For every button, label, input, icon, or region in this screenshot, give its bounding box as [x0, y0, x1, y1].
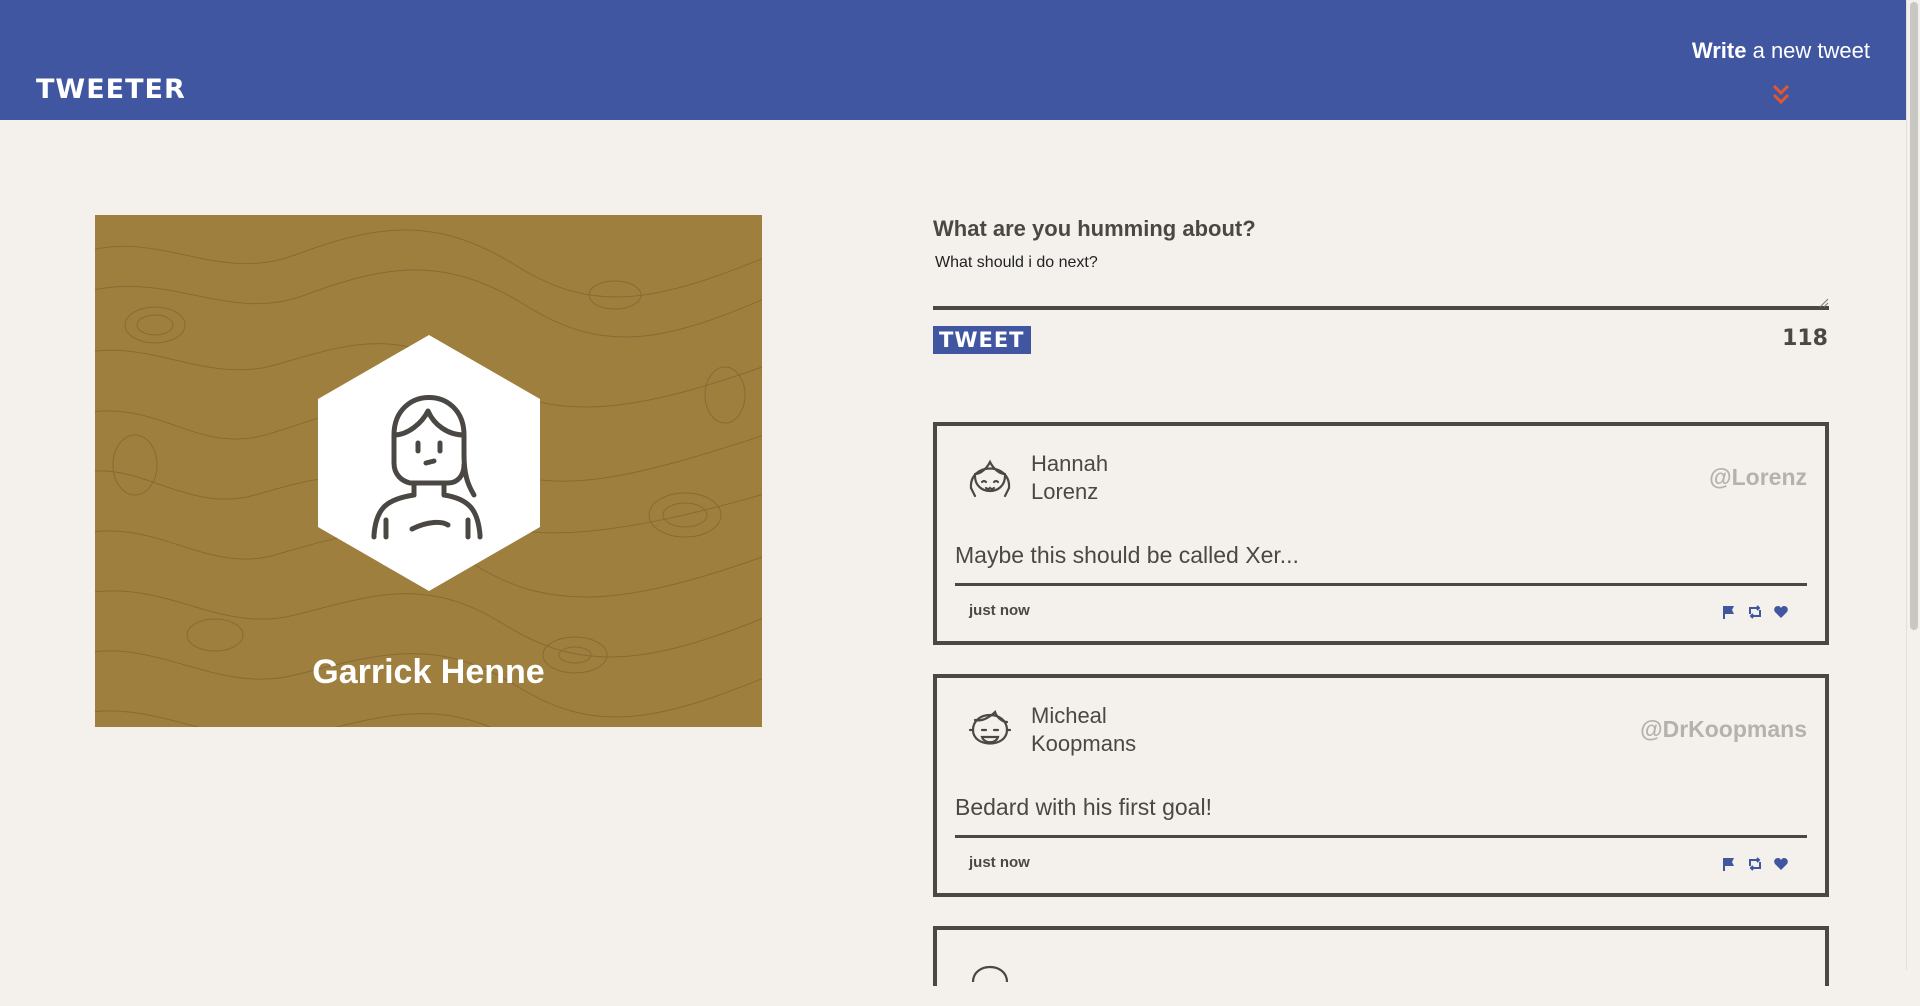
- profile-name: Garrick Henne: [312, 653, 545, 691]
- flag-icon[interactable]: [1721, 856, 1737, 872]
- tweet-author-handle[interactable]: @DrKoopmans: [1640, 716, 1807, 743]
- chevron-down-icon[interactable]: [1768, 82, 1794, 108]
- author-first-name: Micheal: [1031, 703, 1107, 728]
- page-scrollbar[interactable]: [1906, 0, 1920, 970]
- write-new-tweet-link[interactable]: Write a new tweet: [1692, 38, 1870, 64]
- tweet-actions: [1721, 856, 1789, 872]
- heart-icon[interactable]: [1773, 856, 1789, 872]
- tweet-divider: [955, 835, 1807, 838]
- tweet-author-handle[interactable]: @Lorenz: [1709, 464, 1807, 491]
- tweet-card: Micheal Koopmans @DrKoopmans Bedard with…: [933, 674, 1829, 897]
- write-link-bold: Write: [1691, 38, 1747, 63]
- tweet-divider: [955, 583, 1807, 586]
- author-first-name: Hannah: [1031, 451, 1109, 476]
- composer-label: What are you humming about?: [933, 216, 1256, 241]
- profile-card: Garrick Henne: [95, 215, 762, 727]
- top-navigation-bar: TWEETER Write a new tweet: [0, 0, 1906, 120]
- author-last-name: Lorenz: [1031, 479, 1099, 504]
- textarea-resize-grip-icon[interactable]: [1819, 298, 1829, 308]
- tweet-card: [933, 926, 1829, 986]
- scrollbar-thumb[interactable]: [1910, 2, 1918, 630]
- character-counter: 118: [1782, 326, 1828, 351]
- write-link-text: a new tweet: [1746, 38, 1870, 63]
- retweet-icon[interactable]: [1747, 856, 1763, 872]
- tweet-content: Maybe this should be called Xer...: [955, 542, 1299, 568]
- tweet-card: Hannah Lorenz @Lorenz Maybe this should …: [933, 422, 1829, 645]
- tweet-author-name: Micheal Koopmans: [1031, 702, 1136, 758]
- tweet-timestamp: just now: [969, 854, 1030, 871]
- tweet-actions: [1721, 604, 1789, 620]
- heart-icon[interactable]: [1773, 604, 1789, 620]
- girl-avatar-icon: [969, 459, 1011, 498]
- author-last-name: Koopmans: [1031, 731, 1137, 756]
- avatar-icon: [971, 966, 1009, 983]
- flag-icon[interactable]: [1721, 604, 1737, 620]
- tweet-content: Bedard with his first goal!: [955, 794, 1212, 820]
- app-logo[interactable]: TWEETER: [36, 74, 186, 105]
- tweet-input[interactable]: What should i do next?: [933, 252, 1829, 310]
- retweet-icon[interactable]: [1747, 604, 1763, 620]
- tweet-submit-button[interactable]: TWEET: [933, 326, 1031, 354]
- woman-avatar-icon: [318, 335, 540, 591]
- tweet-timestamp: just now: [969, 602, 1030, 619]
- boy-avatar-icon: [968, 709, 1012, 745]
- tweet-author-name: Hannah Lorenz: [1031, 450, 1108, 506]
